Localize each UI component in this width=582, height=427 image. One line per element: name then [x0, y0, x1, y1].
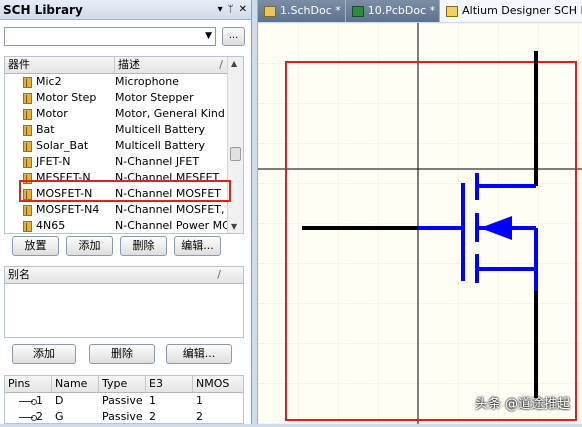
delete-component-button[interactable]: 删除	[120, 236, 167, 256]
watermark: 头条 @道途推起	[474, 397, 570, 412]
component-table-header: 器件 描述 /	[5, 57, 243, 74]
component-name: 4N65	[36, 219, 66, 232]
selected-component-highlight	[19, 180, 231, 202]
edit-alias-button[interactable]: 编辑...	[166, 344, 232, 364]
column-header-pins[interactable]: Pins	[5, 376, 52, 392]
component-table-scrollbar[interactable]: ▲ ▼	[227, 57, 243, 233]
panel-title: SCH Library	[3, 2, 83, 17]
tab-schlib[interactable]: Altium Designer SCH Li	[440, 0, 582, 22]
component-name: Bat	[36, 123, 55, 136]
column-header-component[interactable]: 器件	[5, 57, 115, 73]
component-row[interactable]: MOSFET-N4 N-Channel MOSFET, I	[5, 202, 243, 218]
panel-title-bar: SCH Library ▾ ᛘ ✕	[0, 0, 251, 20]
component-name: MOSFET-N4	[36, 203, 100, 216]
component-name: Solar_Bat	[36, 139, 89, 152]
pin-row[interactable]: 1 D Passive 1 1	[5, 393, 243, 409]
component-row[interactable]: 4N65 N-Channel Power MC	[5, 218, 243, 233]
close-icon[interactable]: ✕	[239, 4, 247, 15]
symbol-drawing	[258, 23, 582, 424]
edit-component-button[interactable]: 编辑...	[174, 236, 221, 256]
component-description: Motor, General Kind	[115, 107, 225, 120]
tab-schdoc[interactable]: 1.SchDoc *	[258, 0, 346, 22]
filter-combo[interactable]: ▼	[4, 27, 216, 46]
component-icon	[23, 156, 32, 168]
component-row[interactable]: Bat Multicell Battery	[5, 122, 243, 138]
component-description: Multicell Battery	[115, 123, 206, 136]
alias-header[interactable]: 别名 /	[5, 267, 225, 283]
schdoc-icon	[264, 5, 276, 17]
component-table: 器件 描述 / Mic2 Microphone Motor Step Motor Ste…	[4, 56, 244, 234]
tab-pcbdoc[interactable]: 10.PcbDoc *	[345, 0, 441, 22]
sch-library-panel: SCH Library ▾ ᛘ ✕ ▼ ... 器件 描述 / Mic2 Micro…	[0, 0, 252, 424]
component-name: Mic2	[36, 75, 62, 88]
component-description: N-Channel JFET	[115, 155, 200, 168]
pcbdoc-icon	[351, 5, 364, 17]
component-description: Motor Stepper	[115, 91, 194, 104]
component-row[interactable]: Motor Motor, General Kind	[5, 106, 243, 122]
component-name: Motor	[36, 107, 68, 120]
add-component-button[interactable]: 添加	[66, 236, 113, 256]
component-icon	[23, 76, 32, 88]
component-row[interactable]: Motor Step Motor Stepper	[5, 90, 243, 106]
schlib-icon	[446, 5, 459, 17]
column-header-name[interactable]: Name	[52, 376, 99, 392]
column-header-e3[interactable]: E3	[146, 376, 193, 392]
pin-icon[interactable]: ᛘ	[228, 4, 234, 15]
delete-alias-button[interactable]: 删除	[89, 344, 155, 364]
component-row[interactable]: Solar_Bat Multicell Battery	[5, 138, 243, 154]
component-row[interactable]: JFET-N N-Channel JFET	[5, 154, 243, 170]
component-icon	[23, 140, 32, 152]
component-name: Motor Step	[36, 91, 97, 104]
component-icon	[23, 108, 32, 120]
add-alias-button[interactable]: 添加	[12, 344, 76, 364]
scroll-down-icon[interactable]: ▼	[231, 222, 237, 231]
pin-icon-symbol	[19, 398, 37, 405]
browse-button[interactable]: ...	[222, 27, 245, 46]
component-description: Multicell Battery	[115, 139, 206, 152]
document-tabs: 1.SchDoc * 10.PcbDoc * Altium Designer S…	[258, 0, 582, 22]
component-icon	[23, 92, 32, 104]
component-icon	[23, 124, 32, 136]
panel-menu-icon[interactable]: ▾	[218, 4, 223, 15]
alias-list: 别名 /	[4, 266, 244, 338]
component-description: Microphone	[115, 75, 180, 88]
column-header-nmos[interactable]: NMOS	[193, 376, 243, 392]
chevron-down-icon[interactable]: ▼	[205, 31, 212, 41]
column-header-description[interactable]: 描述 /	[115, 57, 227, 73]
component-name: JFET-N	[36, 155, 71, 168]
pins-table: Pins Name Type E3 NMOS 1 D Passive 1 1 2…	[4, 375, 244, 424]
place-button[interactable]: 放置	[12, 236, 59, 256]
component-description: N-Channel Power MC	[115, 219, 227, 232]
scroll-thumb[interactable]	[230, 147, 241, 161]
component-icon	[23, 220, 32, 232]
component-icon	[23, 204, 32, 216]
component-row[interactable]: Mic2 Microphone	[5, 74, 243, 90]
schematic-canvas[interactable]: 头条 @道途推起	[258, 23, 582, 424]
column-header-type[interactable]: Type	[99, 376, 146, 392]
component-description: N-Channel MOSFET, I	[115, 203, 227, 216]
pin-icon-symbol	[19, 414, 37, 421]
pin-row[interactable]: 2 G Passive 2 2	[5, 409, 243, 423]
scroll-up-icon[interactable]: ▲	[231, 59, 237, 68]
